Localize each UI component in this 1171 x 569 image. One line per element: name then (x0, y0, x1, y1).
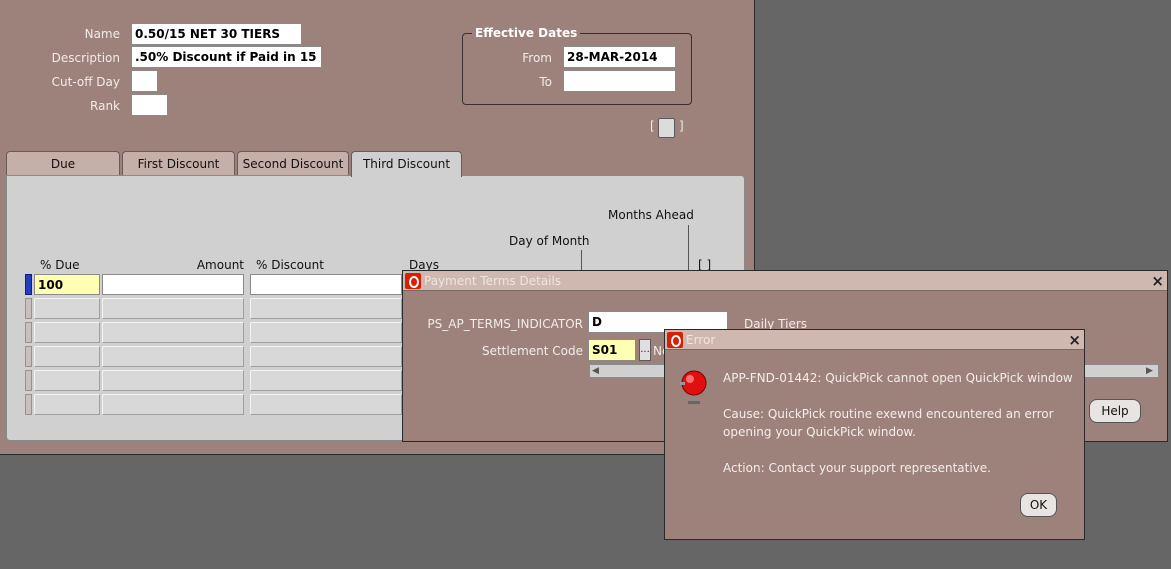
amount-cell[interactable] (102, 346, 244, 367)
tab-first-discount[interactable]: First Discount (122, 151, 235, 175)
close-icon[interactable]: × (1151, 272, 1164, 290)
alarm-bell-icon (680, 370, 707, 404)
day-of-month-header: Day of Month (509, 234, 590, 248)
rank-label: Rank (90, 99, 120, 113)
months-ahead-header: Months Ahead (608, 208, 694, 222)
error-dialog: Error × APP-FND-01442: QuickPick cannot … (664, 329, 1085, 540)
to-label: To (539, 75, 552, 89)
pct-due-cell[interactable] (34, 298, 100, 319)
error-action: Action: Contact your support representat… (723, 461, 991, 475)
list-of-values-button[interactable]: ... (639, 339, 651, 361)
row-indicator[interactable] (25, 370, 32, 391)
row-indicator[interactable] (25, 346, 32, 367)
pct-due-cell[interactable] (34, 394, 100, 415)
error-cause-line2: opening your QuickPick window. (723, 425, 916, 439)
amount-header: Amount (196, 258, 244, 272)
amount-cell[interactable] (102, 370, 244, 391)
pct-due-cell[interactable]: 100 (34, 274, 100, 295)
cutoff-day-label: Cut-off Day (51, 75, 120, 89)
oracle-logo-icon (667, 332, 683, 348)
effective-dates-title: Effective Dates (472, 26, 581, 40)
ptd-title: Payment Terms Details (424, 274, 562, 288)
rank-field[interactable] (131, 94, 168, 116)
error-titlebar[interactable]: Error × (665, 330, 1084, 350)
flexfield-bracket-right: ] (679, 119, 684, 133)
row-indicator-current[interactable] (25, 274, 32, 295)
error-title: Error (686, 333, 716, 347)
error-cause-line1: Cause: QuickPick routine exewnd encounte… (723, 407, 1054, 421)
ok-button[interactable]: OK (1020, 493, 1057, 517)
pct-due-cell[interactable] (34, 322, 100, 343)
day-of-month-leader (581, 250, 582, 270)
name-label: Name (84, 27, 120, 41)
terms-indicator-label: PS_AP_TERMS_INDICATOR (427, 317, 583, 331)
pct-discount-cell[interactable] (250, 346, 402, 367)
flexfield-bracket-left: [ (650, 119, 655, 133)
description-field[interactable]: .50% Discount if Paid in 15 Days (131, 46, 322, 68)
pct-discount-cell[interactable] (250, 298, 402, 319)
pct-due-header: % Due (40, 258, 80, 272)
amount-cell[interactable] (102, 274, 244, 295)
ptd-titlebar[interactable]: Payment Terms Details × (403, 271, 1167, 291)
tab-third-discount[interactable]: Third Discount (351, 151, 462, 177)
from-date-field[interactable]: 28-MAR-2014 (563, 46, 676, 68)
pct-discount-header: % Discount (256, 258, 324, 272)
pct-discount-cell[interactable] (250, 322, 402, 343)
months-ahead-leader (688, 225, 689, 270)
amount-cell[interactable] (102, 298, 244, 319)
amount-cell[interactable] (102, 322, 244, 343)
row-indicator[interactable] (25, 394, 32, 415)
description-label: Description (51, 51, 120, 65)
help-button[interactable]: Help (1089, 399, 1141, 423)
scroll-left-icon[interactable]: ◀ (592, 366, 602, 376)
close-icon[interactable]: × (1068, 331, 1081, 349)
pct-discount-cell[interactable] (250, 274, 402, 295)
amount-cell[interactable] (102, 394, 244, 415)
tab-second-discount[interactable]: Second Discount (237, 151, 349, 175)
row-indicator[interactable] (25, 322, 32, 343)
tab-due[interactable]: Due (6, 151, 120, 175)
pct-discount-cell[interactable] (250, 370, 402, 391)
error-message: APP-FND-01442: QuickPick cannot open Qui… (723, 371, 1073, 385)
to-date-field[interactable] (563, 70, 676, 92)
scroll-right-icon[interactable]: ▶ (1146, 366, 1156, 376)
oracle-logo-icon (405, 273, 421, 289)
pct-discount-cell[interactable] (250, 394, 402, 415)
cutoff-day-field[interactable] (131, 70, 158, 92)
pct-due-cell[interactable] (34, 346, 100, 367)
pct-due-cell[interactable] (34, 370, 100, 391)
settlement-code-label: Settlement Code (481, 344, 583, 358)
descriptive-flexfield-button[interactable] (658, 118, 675, 138)
row-indicator[interactable] (25, 298, 32, 319)
name-field[interactable]: 0.50/15 NET 30 TIERS (131, 23, 302, 45)
effective-dates-group (462, 33, 692, 105)
settlement-code-field[interactable]: S01 (588, 339, 636, 361)
from-label: From (522, 51, 552, 65)
